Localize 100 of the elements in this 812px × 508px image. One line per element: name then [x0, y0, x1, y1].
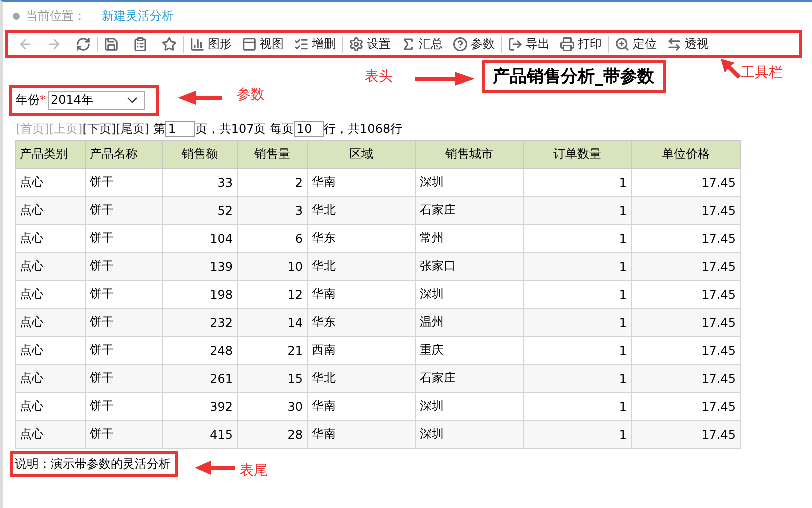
table-cell: 17.45	[632, 364, 740, 392]
table-cell: 2	[238, 168, 308, 196]
table-cell: 饼干	[86, 420, 162, 448]
toolbar-button[interactable]: 增删	[294, 36, 336, 52]
table-cell: 常州	[416, 224, 524, 252]
pager-link[interactable]: [下页]	[82, 120, 116, 138]
table-cell: 华东	[308, 308, 416, 336]
page-size-field[interactable]: 10	[294, 121, 324, 137]
table-cell: 深圳	[416, 392, 524, 420]
table-cell: 点心	[16, 280, 86, 308]
column-header: 销售量	[238, 140, 308, 168]
table-cell: 点心	[16, 308, 86, 336]
table-cell: 17.45	[632, 196, 740, 224]
table-cell: 17.45	[632, 252, 740, 280]
toolbar-button[interactable]: 打印	[560, 36, 602, 52]
table-cell: 1	[524, 252, 632, 280]
table-cell: 深圳	[416, 168, 524, 196]
table-cell: 261	[162, 364, 238, 392]
table-cell: 饼干	[86, 364, 162, 392]
table-cell: 华南	[308, 420, 416, 448]
column-header: 产品名称	[86, 140, 162, 168]
table-cell: 饼干	[86, 168, 162, 196]
column-header: 单位价格	[632, 140, 740, 168]
table-cell: 华北	[308, 196, 416, 224]
table-cell: 华北	[308, 252, 416, 280]
table-cell: 华南	[308, 280, 416, 308]
table-cell: 28	[238, 420, 308, 448]
column-header: 订单数量	[524, 140, 632, 168]
toolbar-button[interactable]: 导出	[508, 36, 550, 52]
table-cell: 415	[162, 420, 238, 448]
pager-link[interactable]: [尾页]	[116, 120, 150, 138]
table-cell: 点心	[16, 336, 86, 364]
table-cell: 点心	[16, 364, 86, 392]
table-cell: 12	[238, 280, 308, 308]
pager-text: 页，共107页 每页	[195, 120, 294, 138]
table-cell: 17.45	[632, 308, 740, 336]
pager-text: 第	[152, 120, 166, 138]
table-cell: 17.45	[632, 168, 740, 196]
table-cell: 1	[524, 224, 632, 252]
table-cell: 17.45	[632, 392, 740, 420]
year-select[interactable]: 2014年	[48, 91, 145, 110]
table-cell: 17.45	[632, 280, 740, 308]
column-header: 区域	[308, 140, 416, 168]
toolbar-button[interactable]: 汇总	[401, 36, 443, 52]
table-cell: 饼干	[86, 280, 162, 308]
table-cell: 重庆	[416, 336, 524, 364]
annotation-label: 表头	[365, 68, 393, 86]
table-cell: 15	[238, 364, 308, 392]
table-cell: 139	[162, 252, 238, 280]
table-cell: 华东	[308, 224, 416, 252]
table-cell: 17.45	[632, 420, 740, 448]
toolbar-button[interactable]: 定位	[615, 36, 657, 52]
table-cell: 1	[524, 364, 632, 392]
toolbar-button[interactable]: 参数	[453, 36, 495, 52]
table-cell: 点心	[16, 392, 86, 420]
table-cell: 华北	[308, 364, 416, 392]
table-cell: 17.45	[632, 224, 740, 252]
table-cell: 西南	[308, 336, 416, 364]
pager-text: 行，共1068行	[324, 120, 403, 138]
table-cell: 21	[238, 336, 308, 364]
table-cell: 1	[524, 392, 632, 420]
table-cell: 232	[162, 308, 238, 336]
table-cell: 52	[162, 196, 238, 224]
table-cell: 点心	[16, 224, 86, 252]
table-cell: 深圳	[416, 280, 524, 308]
table-cell: 30	[238, 392, 308, 420]
table-cell: 饼干	[86, 308, 162, 336]
table-cell: 6	[238, 224, 308, 252]
table-cell: 1	[524, 196, 632, 224]
breadcrumb-label: 当前位置：	[26, 8, 86, 24]
report-title: 产品销售分析_带参数	[482, 60, 666, 93]
table-cell: 深圳	[416, 420, 524, 448]
column-header: 销售城市	[416, 140, 524, 168]
parameter-label: 年份*	[16, 92, 46, 109]
toolbar-button[interactable]: 设置	[349, 36, 391, 52]
table-cell: 17.45	[632, 336, 740, 364]
table-cell: 点心	[16, 252, 86, 280]
toolbar-button[interactable]: 透视	[667, 36, 709, 52]
page-field[interactable]: 1	[165, 121, 196, 137]
table-cell: 饼干	[86, 392, 162, 420]
table-cell: 104	[162, 224, 238, 252]
table-cell: 饼干	[86, 336, 162, 364]
annotation-label: 工具栏	[741, 64, 783, 82]
table-cell: 1	[524, 280, 632, 308]
column-header: 销售额	[162, 140, 238, 168]
table-cell: 华南	[308, 168, 416, 196]
toolbar-button[interactable]: 视图	[242, 36, 284, 52]
table-cell: 1	[524, 308, 632, 336]
annotation-label: 表尾	[240, 462, 268, 480]
table-cell: 1	[524, 336, 632, 364]
table-cell: 1	[524, 168, 632, 196]
table-cell: 3	[238, 196, 308, 224]
toolbar-button[interactable]: 图形	[190, 36, 232, 52]
table-cell: 248	[162, 336, 238, 364]
table-cell: 石家庄	[416, 196, 524, 224]
table-cell: 点心	[16, 196, 86, 224]
table-cell: 33	[162, 168, 238, 196]
table-cell: 张家口	[416, 252, 524, 280]
table-cell: 点心	[16, 168, 86, 196]
table-cell: 石家庄	[416, 364, 524, 392]
